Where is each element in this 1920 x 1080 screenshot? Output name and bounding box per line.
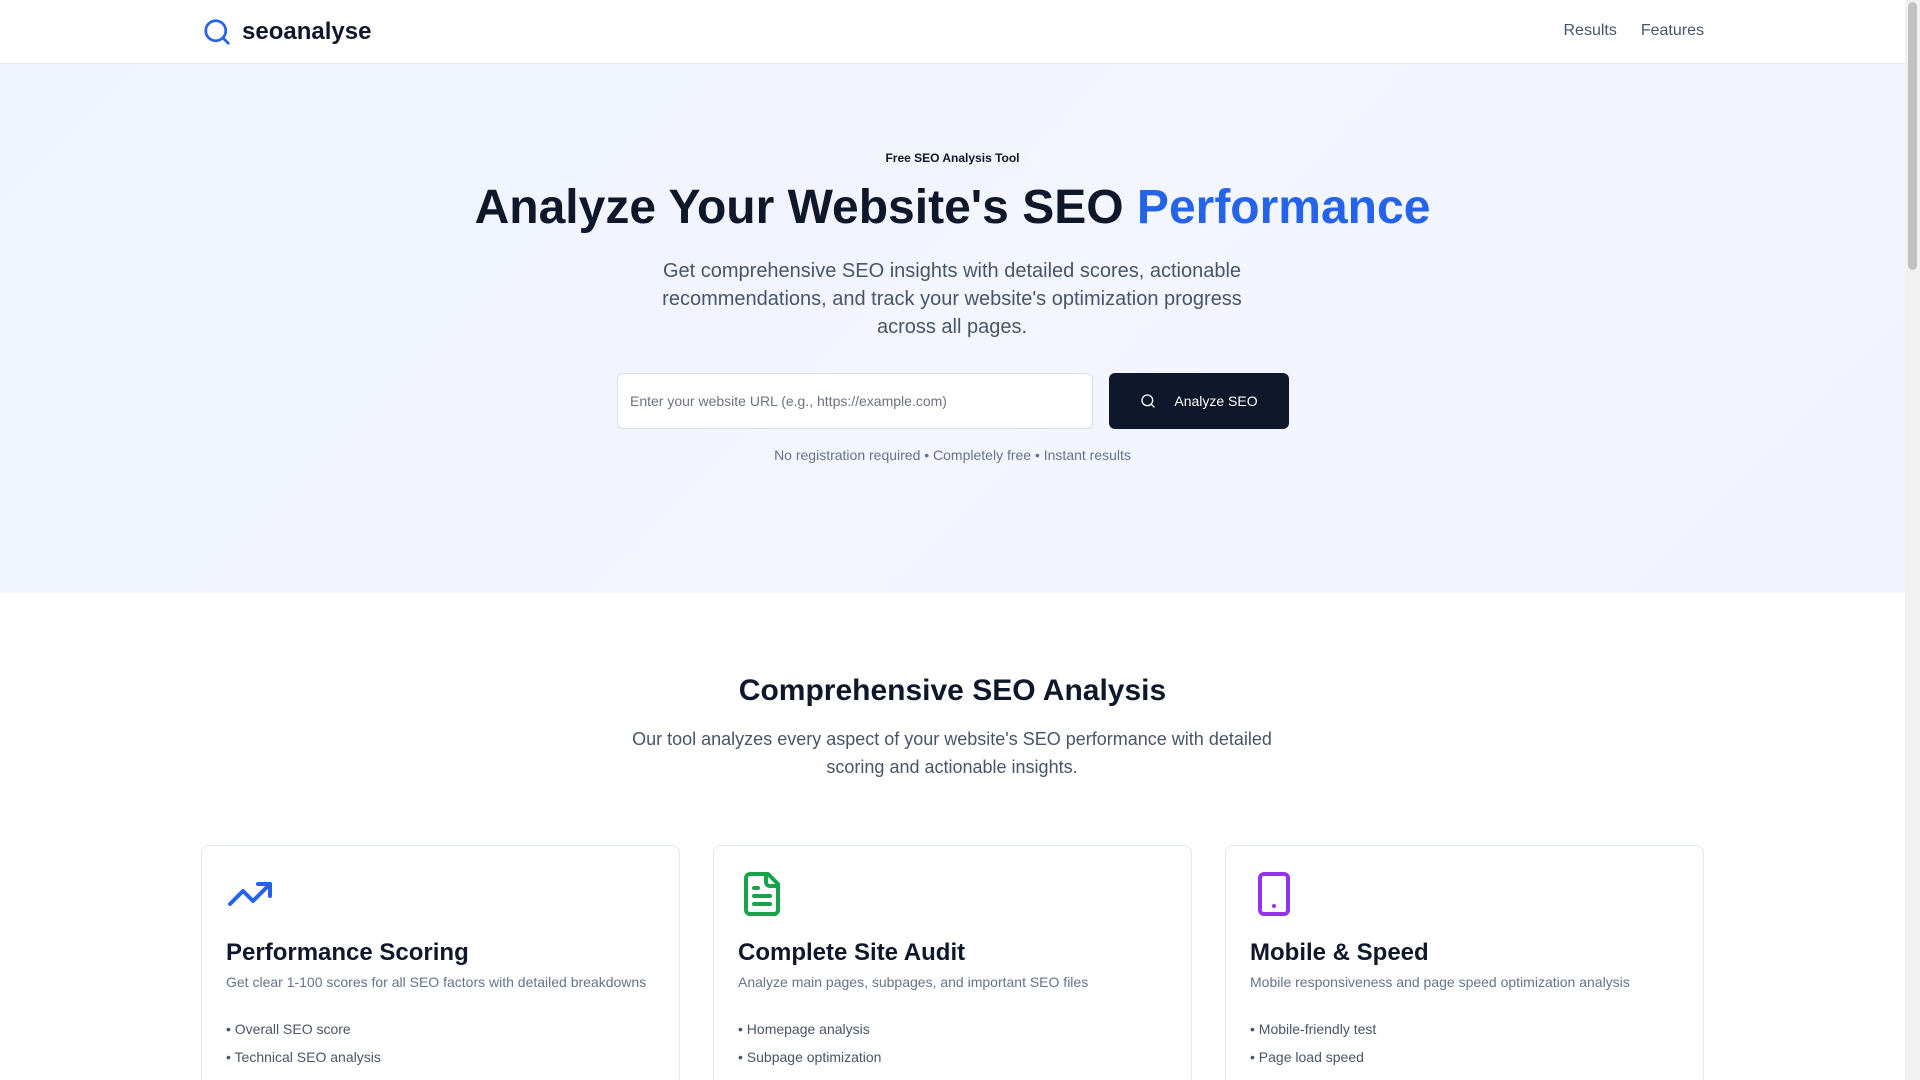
list-item: Core Web Vitals — [1250, 1071, 1376, 1080]
list-item: Technical SEO analysis — [226, 1043, 381, 1071]
card-description: Analyze main pages, subpages, and import… — [738, 974, 1089, 990]
hero-note: No registration required • Completely fr… — [774, 447, 1131, 463]
search-icon — [204, 19, 230, 45]
card-feature-list: Homepage analysis Subpage optimization R… — [738, 1015, 882, 1080]
features-subtitle: Our tool analyzes every aspect of your w… — [632, 729, 1272, 777]
list-item: Subpage optimization — [738, 1043, 882, 1071]
page: seoanalyse Results Features Free SEO Ana… — [0, 0, 1905, 1080]
site-header: seoanalyse Results Features — [0, 0, 1905, 64]
list-item: Content quality metrics — [226, 1071, 381, 1080]
main-nav: Results Features — [1564, 20, 1705, 42]
card-description: Mobile responsiveness and page speed opt… — [1250, 974, 1630, 990]
search-icon — [1141, 394, 1156, 408]
brand-name: seoanalyse — [242, 18, 372, 45]
nav-link-results[interactable]: Results — [1564, 20, 1617, 42]
badge-wrapper: Free SEO Analysis Tool — [0, 147, 1905, 169]
features-title: Comprehensive SEO Analysis — [738, 674, 1167, 707]
card-title: Mobile & Speed — [1250, 939, 1429, 966]
trending-up-icon — [226, 870, 274, 918]
hero-badge: Free SEO Analysis Tool — [874, 147, 1031, 169]
brand-logo[interactable]: seoanalyse — [202, 16, 371, 48]
nav-link-features[interactable]: Features — [1641, 20, 1704, 42]
url-search-form: Analyze SEO — [617, 373, 1289, 429]
feature-card-performance-scoring: Performance Scoring Get clear 1-100 scor… — [201, 845, 680, 1080]
hero-section: Free SEO Analysis Tool Analyze Your Webs… — [0, 64, 1905, 593]
analyze-seo-button-label: Analyze SEO — [1174, 393, 1258, 409]
list-item: Overall SEO score — [226, 1015, 381, 1043]
analyze-seo-button[interactable]: Analyze SEO — [1109, 373, 1289, 429]
card-title: Performance Scoring — [226, 939, 469, 966]
hero-title-accent: Performance — [1136, 181, 1431, 234]
url-input[interactable] — [617, 373, 1093, 429]
page-scrollbar[interactable] — [1905, 0, 1920, 1080]
file-text-icon — [738, 870, 786, 918]
card-feature-list: Mobile-friendly test Page load speed Cor… — [1250, 1015, 1377, 1080]
card-title: Complete Site Audit — [738, 939, 966, 966]
hero-title: Analyze Your Website's SEO Performance — [0, 178, 1905, 238]
list-item: Robots.txt validation — [738, 1071, 881, 1080]
list-item: Homepage analysis — [738, 1015, 881, 1043]
feature-card-complete-site-audit: Complete Site Audit Analyze main pages, … — [713, 845, 1192, 1080]
hero-title-main: Analyze Your Website's SEO — [474, 181, 1124, 234]
feature-cards: Performance Scoring Get clear 1-100 scor… — [201, 845, 1704, 1080]
hero-subtitle: Get comprehensive SEO insights with deta… — [662, 260, 1242, 338]
card-feature-list: Overall SEO score Technical SEO analysis… — [226, 1015, 381, 1080]
list-item: Page load speed — [1250, 1043, 1376, 1071]
feature-card-mobile-speed: Mobile & Speed Mobile responsiveness and… — [1225, 845, 1704, 1080]
smartphone-icon — [1250, 870, 1298, 918]
list-item: Mobile-friendly test — [1250, 1015, 1377, 1043]
card-description: Get clear 1-100 scores for all SEO facto… — [226, 974, 647, 990]
scrollbar-thumb[interactable] — [1908, 2, 1917, 270]
